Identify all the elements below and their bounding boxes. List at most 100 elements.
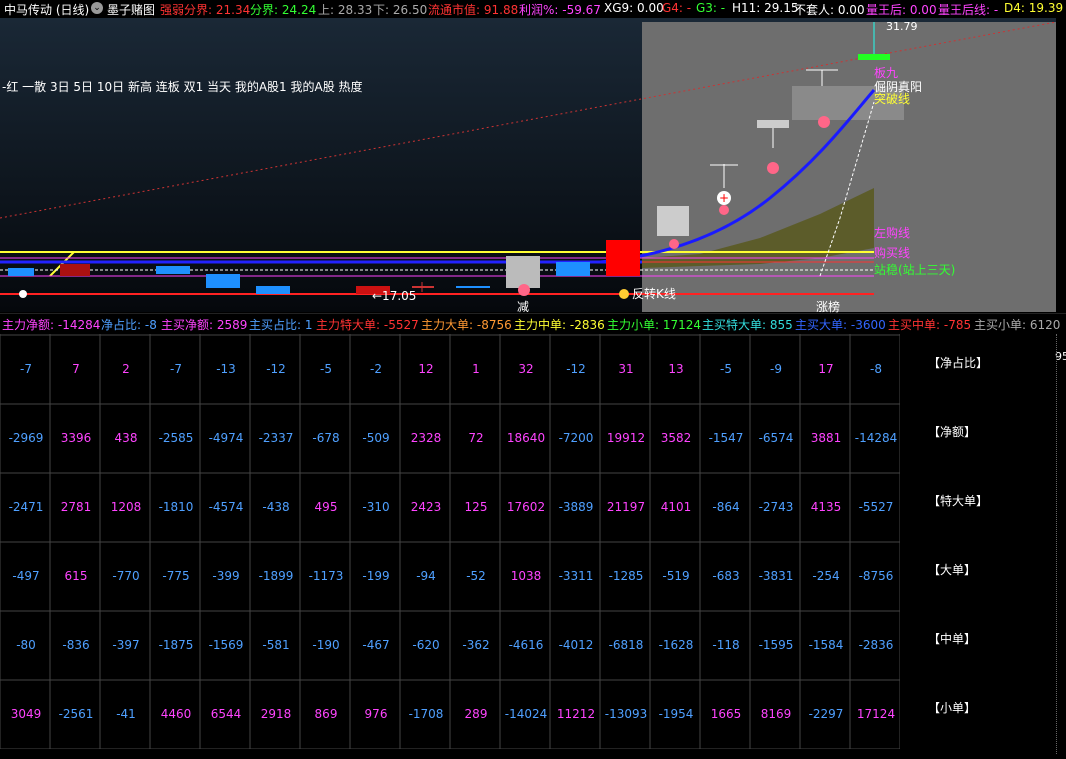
- table-cell: -80: [16, 638, 36, 652]
- table-cell: -7: [20, 362, 32, 376]
- table-cell: 615: [64, 569, 88, 583]
- table-cell: -2471: [8, 500, 44, 514]
- candle: [256, 286, 290, 294]
- table-cell: -1628: [658, 638, 694, 652]
- period-menu[interactable]: -红 一散 3日 5日 10日 新高 连板 双1 当天 我的A股1 我的A股 热…: [2, 78, 363, 95]
- formula-menu[interactable]: 墨子赌图: [107, 1, 155, 18]
- candlestick-chart[interactable]: + -红 一散 3日 5日 10日 新高 连板 双1 当天 我的A股1 我的A股…: [0, 18, 1057, 314]
- table-cell: -1875: [158, 638, 194, 652]
- row-label: 【中单】: [928, 632, 977, 646]
- flow-value: 主买小单: 6120: [974, 318, 1061, 332]
- table-cell: -13: [216, 362, 236, 376]
- table-cell: -362: [462, 638, 490, 652]
- table-cell: -2969: [8, 431, 44, 445]
- table-cell: -5527: [858, 500, 894, 514]
- table-cell: -5: [720, 362, 732, 376]
- table-cell: -399: [212, 569, 240, 583]
- table-cell: 1665: [710, 707, 742, 721]
- table-cell: -8756: [858, 569, 894, 583]
- table-cell: -1708: [408, 707, 444, 721]
- candle: [757, 120, 789, 128]
- candle: [60, 264, 90, 276]
- indicator-value: 流通市值: 91.88: [428, 3, 519, 17]
- stock-title[interactable]: 中马传动 (日线): [4, 1, 89, 18]
- table-cell: -12: [266, 362, 286, 376]
- table-cell: -581: [262, 638, 290, 652]
- svg-text:+: +: [719, 191, 729, 205]
- table-cell: 18640: [506, 431, 546, 445]
- price-high-label: 31.79: [886, 20, 918, 33]
- table-cell: -1954: [658, 707, 694, 721]
- table-cell: 2423: [410, 500, 442, 514]
- indicator-value: 不套人: 0.00: [794, 3, 865, 17]
- table-cell: -4616: [508, 638, 544, 652]
- table-cell: -2836: [858, 638, 894, 652]
- table-cell: -519: [662, 569, 690, 583]
- table-cell: -13093: [604, 707, 648, 721]
- table-cell: -14024: [504, 707, 548, 721]
- reverse-k-label: 反转K线: [632, 287, 676, 301]
- table-cell: -2: [370, 362, 382, 376]
- table-cell: 1: [472, 362, 480, 376]
- table-cell: -14284: [854, 431, 898, 445]
- table-cell: 72: [468, 431, 484, 445]
- table-cell: -8: [870, 362, 882, 376]
- capital-flow-bar: 主力净额: -14284 净占比: -8 主买净额: 2589 主买占比: 1 主力特大…: [0, 313, 1066, 332]
- table-cell: -1547: [708, 431, 744, 445]
- table-cell: -1285: [608, 569, 644, 583]
- candle: [606, 240, 640, 276]
- table-cell: -683: [712, 569, 740, 583]
- table-cell: 4460: [160, 707, 192, 721]
- table-cell: 2918: [260, 707, 292, 721]
- circle-chevron-down-icon[interactable]: ⌄: [91, 2, 103, 14]
- table-cell: -6574: [758, 431, 794, 445]
- highlight-panel: [642, 22, 1056, 312]
- row-label: 【大单】: [928, 563, 977, 577]
- indicator-value: 上: 28.33: [318, 3, 373, 17]
- indicator-value: 强弱分界: 21.34: [160, 3, 251, 17]
- table-cell: -678: [312, 431, 340, 445]
- table-cell: -7200: [558, 431, 594, 445]
- indicator-value: G4: -: [662, 1, 692, 15]
- table-cell: 6544: [210, 707, 242, 721]
- indicator-topbar: 中马传动 (日线) ⌄ 墨子赌图 强弱分界: 21.34 分界: 24.24 上: …: [0, 0, 1066, 18]
- indicator-value: 分界: 24.24: [250, 3, 317, 17]
- indicator-value: 量王后: 0.00: [866, 3, 937, 17]
- table-cell: -864: [712, 500, 740, 514]
- indicator-value: H11: 29.15: [732, 1, 799, 15]
- flow-value: 主力中单: -2836: [514, 318, 605, 332]
- table-cell: -2297: [808, 707, 844, 721]
- table-cell: -2337: [258, 431, 294, 445]
- table-grid-lines: [0, 334, 901, 750]
- table-cell: -2585: [158, 431, 194, 445]
- table-cell: 1038: [510, 569, 542, 583]
- table-cell: -5: [320, 362, 332, 376]
- flow-value: 主力小单: 17124: [607, 318, 702, 332]
- row-label: 【小单】: [928, 701, 977, 715]
- table-cell: 17124: [856, 707, 896, 721]
- table-cell: 289: [464, 707, 488, 721]
- table-cell: -52: [466, 569, 486, 583]
- table-cell: 31: [618, 362, 634, 376]
- table-cell: -1173: [308, 569, 344, 583]
- table-cell: -509: [362, 431, 390, 445]
- table-cell: 19912: [606, 431, 646, 445]
- flow-value: 主买中单: -785: [888, 318, 972, 332]
- table-cell: -3311: [558, 569, 594, 583]
- table-cell: -12: [566, 362, 586, 376]
- flow-value: 主买净额: 2589: [161, 318, 248, 332]
- row-label: 【净额】: [928, 425, 977, 439]
- flow-value: 主力特大单: -5527: [316, 318, 419, 332]
- flow-value: 主买特大单: 855: [702, 318, 793, 332]
- table-cell: -118: [712, 638, 740, 652]
- table-cell: 12: [418, 362, 434, 376]
- table-cell: -467: [362, 638, 390, 652]
- right-scrollbar[interactable]: [1056, 334, 1058, 754]
- table-cell: 976: [364, 707, 388, 721]
- candle: [506, 256, 540, 288]
- table-cell: 32: [518, 362, 534, 376]
- table-cell: 3881: [810, 431, 842, 445]
- table-cell: -397: [112, 638, 140, 652]
- table-cell: -836: [62, 638, 90, 652]
- table-cell: 3049: [10, 707, 42, 721]
